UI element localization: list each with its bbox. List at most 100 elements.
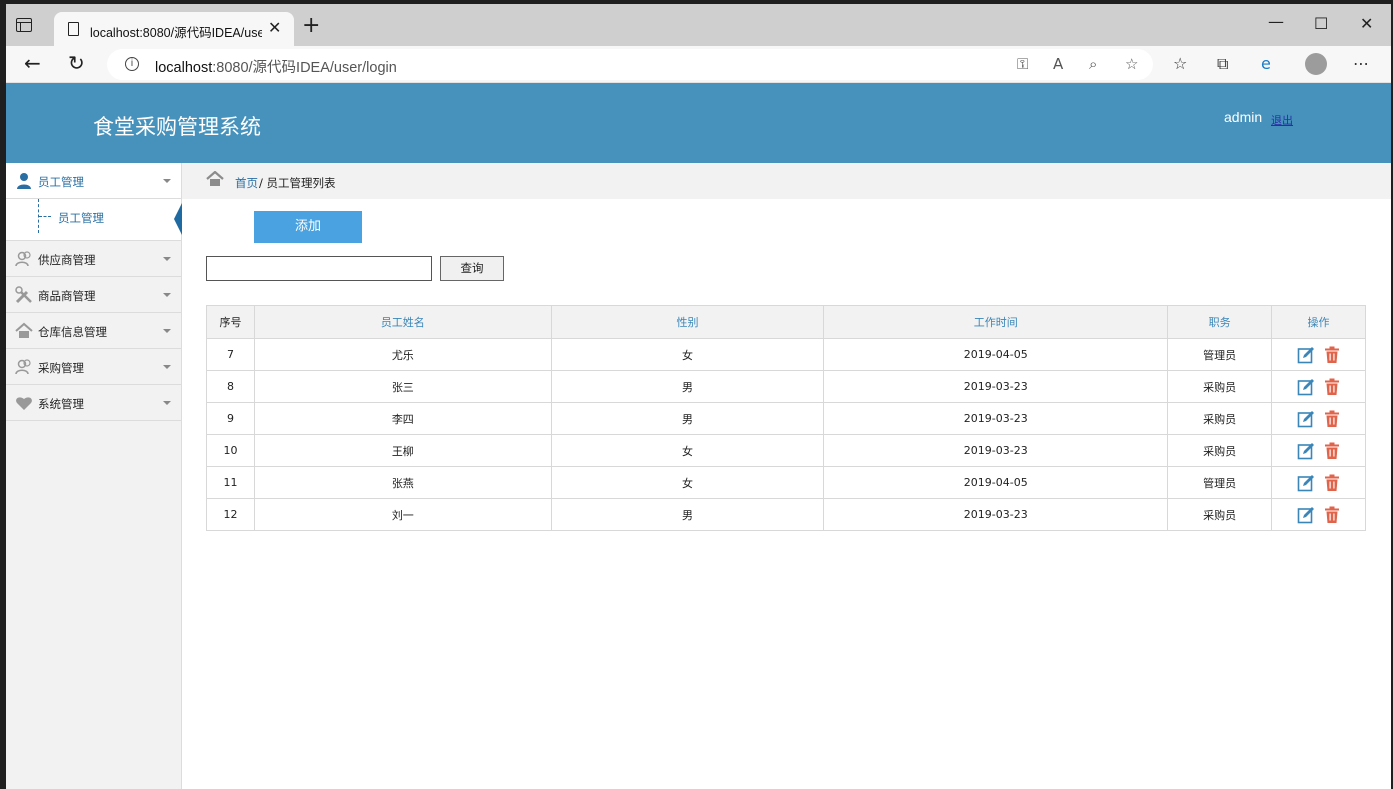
add-button[interactable]: 添加 (254, 211, 362, 243)
read-aloud-icon[interactable]: A (1053, 55, 1063, 73)
users-icon (15, 358, 33, 376)
row-actions (1271, 370, 1366, 403)
table-cell: 2019-03-23 (823, 370, 1169, 403)
employee-table: 序号 员工姓名 性别 工作时间 职务 操作 7 尤乐女 2019-04-05 管理员 8… (206, 305, 1366, 531)
delete-icon[interactable] (1323, 378, 1341, 396)
zoom-icon[interactable]: ⌕ (1089, 55, 1097, 73)
sidebar-item-warehouse[interactable]: 仓库信息管理 (6, 313, 181, 349)
edit-icon[interactable] (1297, 346, 1315, 364)
close-window-icon[interactable]: ✕ (1360, 14, 1373, 33)
sidebar: 员工管理 员工管理 供应商管理 商品商管理 仓库信息管理 采购管理 系统管理 (6, 163, 182, 789)
info-icon[interactable]: i (125, 57, 139, 71)
home-icon (206, 170, 224, 191)
edit-icon[interactable] (1297, 506, 1315, 524)
delete-icon[interactable] (1323, 346, 1341, 364)
users-icon (15, 250, 33, 268)
column-header: 操作 (1271, 305, 1366, 339)
row-actions (1271, 338, 1366, 371)
favorite-add-icon[interactable]: ☆ (1125, 55, 1138, 73)
table-cell: 采购员 (1167, 370, 1273, 403)
delete-icon[interactable] (1323, 442, 1341, 460)
sidebar-item-purchase[interactable]: 采购管理 (6, 349, 181, 385)
table-cell: 11 (206, 466, 255, 499)
table-cell: 2019-04-05 (823, 466, 1169, 499)
breadcrumb: 首页 / 员工管理列表 (182, 163, 1391, 199)
table-cell: 女 (550, 466, 825, 499)
delete-icon[interactable] (1323, 410, 1341, 428)
page-icon (68, 22, 79, 36)
table-cell: 张三 (253, 370, 552, 403)
table-cell: 12 (206, 498, 255, 531)
close-tab-icon[interactable]: ✕ (268, 18, 281, 37)
url-text: localhost:8080/源代码IDEA/user/login (155, 56, 397, 77)
favorites-icon[interactable]: ☆ (1173, 54, 1187, 73)
tab-bar: localhost:8080/源代码IDEA/user/ ✕ + — ☐ ✕ (6, 4, 1391, 46)
table-cell: 8 (206, 370, 255, 403)
sidebar-item-goods[interactable]: 商品商管理 (6, 277, 181, 313)
table-row: 12 刘一男 2019-03-23 采购员 (206, 498, 1366, 531)
tab-actions-icon[interactable] (16, 18, 32, 32)
back-icon[interactable]: ← (24, 51, 41, 75)
sidebar-item-supplier[interactable]: 供应商管理 (6, 241, 181, 277)
table-cell: 9 (206, 402, 255, 435)
search-input[interactable] (206, 256, 432, 281)
table-cell: 管理员 (1167, 338, 1273, 371)
more-icon[interactable]: ⋯ (1353, 54, 1369, 73)
table-cell: 张燕 (253, 466, 552, 499)
table-cell: 2019-03-23 (823, 434, 1169, 467)
breadcrumb-home-link[interactable]: 首页 (235, 175, 258, 191)
key-icon[interactable]: ⚿ (1017, 55, 1028, 73)
edit-icon[interactable] (1297, 378, 1315, 396)
sidebar-item-system[interactable]: 系统管理 (6, 385, 181, 421)
tree-branch (39, 216, 51, 217)
address-bar[interactable]: i localhost:8080/源代码IDEA/user/login ⚿ A … (107, 49, 1153, 80)
table-cell: 刘一 (253, 498, 552, 531)
chevron-down-icon (163, 365, 171, 369)
profile-avatar[interactable] (1305, 53, 1327, 75)
sidebar-subitem-employee[interactable]: 员工管理 (6, 199, 182, 241)
ie-mode-icon[interactable]: e (1261, 54, 1271, 73)
table-header-row: 序号 员工姓名 性别 工作时间 职务 操作 (206, 305, 1366, 339)
row-actions (1271, 402, 1366, 435)
table-row: 11 张燕女 2019-04-05 管理员 (206, 466, 1366, 499)
new-tab-icon[interactable]: + (302, 13, 320, 38)
sidebar-item-label: 仓库信息管理 (38, 325, 107, 339)
url-path: :8080/源代码IDEA/user/login (212, 60, 397, 76)
sidebar-item-label: 供应商管理 (38, 253, 96, 267)
table-cell: 女 (550, 338, 825, 371)
chevron-down-icon (163, 293, 171, 297)
sidebar-subitem-label: 员工管理 (58, 211, 104, 225)
table-cell: 7 (206, 338, 255, 371)
browser-tab[interactable]: localhost:8080/源代码IDEA/user/ ✕ (54, 12, 294, 46)
row-actions (1271, 434, 1366, 467)
table-cell: 采购员 (1167, 498, 1273, 531)
row-actions (1271, 498, 1366, 531)
sidebar-item-employee[interactable]: 员工管理 (6, 163, 181, 199)
table-cell: 男 (550, 402, 825, 435)
minimize-icon[interactable]: — (1268, 12, 1284, 31)
maximize-icon[interactable]: ☐ (1314, 14, 1328, 33)
chevron-down-icon (163, 329, 171, 333)
table-cell: 管理员 (1167, 466, 1273, 499)
delete-icon[interactable] (1323, 506, 1341, 524)
column-header: 性别 (550, 305, 825, 339)
collections-icon[interactable]: ⧉ (1217, 54, 1228, 74)
edit-icon[interactable] (1297, 442, 1315, 460)
chevron-down-icon (163, 257, 171, 261)
edit-icon[interactable] (1297, 474, 1315, 492)
column-header: 工作时间 (823, 305, 1169, 339)
tools-icon (15, 286, 33, 304)
delete-icon[interactable] (1323, 474, 1341, 492)
edit-icon[interactable] (1297, 410, 1315, 428)
table-cell: 2019-04-05 (823, 338, 1169, 371)
logout-link[interactable]: 退出 (1271, 112, 1293, 128)
search-button[interactable]: 查询 (440, 256, 504, 281)
browser-toolbar: ← ↻ i localhost:8080/源代码IDEA/user/login … (6, 46, 1391, 83)
column-header: 职务 (1167, 305, 1273, 339)
person-icon (15, 172, 33, 190)
refresh-icon[interactable]: ↻ (68, 51, 85, 75)
sidebar-item-label: 员工管理 (38, 175, 84, 189)
table-cell: 10 (206, 434, 255, 467)
table-cell: 男 (550, 498, 825, 531)
sidebar-item-label: 系统管理 (38, 397, 84, 411)
